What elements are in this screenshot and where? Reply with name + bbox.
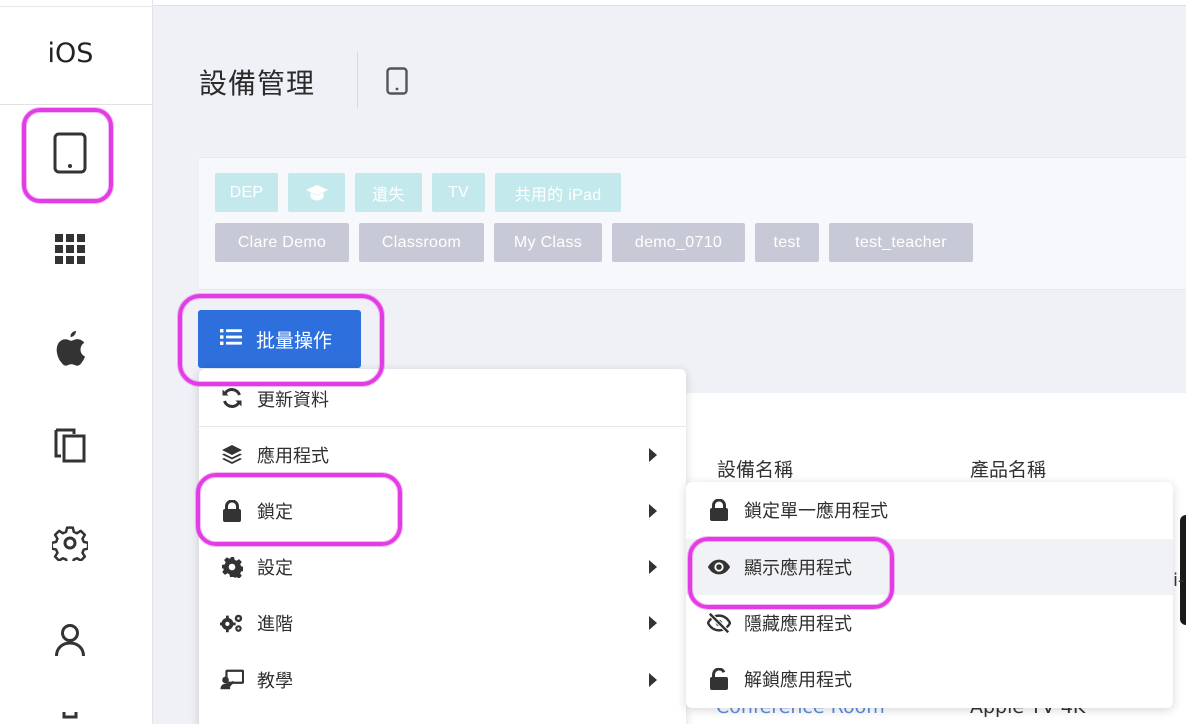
menu-item-label: 更新資料 (257, 390, 329, 411)
submenu-item-show-apps[interactable]: 顯示應用程式 (686, 539, 1173, 595)
menu-item-settings[interactable]: 設定 (199, 539, 686, 595)
sidebar-item-more[interactable] (50, 712, 90, 724)
sidebar-item-users[interactable] (50, 620, 90, 660)
sidebar-item-devices[interactable] (50, 132, 90, 174)
chevron-right-icon (649, 616, 657, 630)
menu-item-label: 設定 (257, 558, 293, 579)
list-icon (220, 328, 242, 351)
batch-operations-button[interactable]: 批量操作 (198, 310, 361, 368)
menu-item-label: 進階 (257, 614, 293, 635)
lock-icon (220, 499, 244, 523)
chevron-right-icon (649, 673, 657, 687)
group-demo-0710[interactable]: demo_0710 (612, 223, 745, 262)
menu-item-teaching[interactable]: 教學 (199, 652, 686, 708)
batch-operations-label: 批量操作 (256, 329, 333, 352)
sidebar-brand-divider (0, 104, 153, 105)
submenu-item-unlock-apps[interactable]: 解鎖應用程式 (686, 651, 1173, 707)
refresh-icon (220, 386, 244, 410)
menu-item-lock[interactable]: 鎖定 (199, 483, 686, 539)
lock-icon (707, 498, 731, 522)
tag-education[interactable] (288, 173, 345, 212)
teacher-icon (220, 668, 244, 692)
sidebar-item-copy[interactable] (50, 425, 90, 465)
unlock-icon (707, 667, 731, 691)
tag-tv[interactable]: TV (432, 173, 485, 212)
apple-icon (56, 331, 85, 366)
submenu-item-label: 隱藏應用程式 (744, 614, 852, 635)
lock-submenu: 鎖定單一應用程式 顯示應用程式 隱藏應用程式 解鎖應用程式 (686, 482, 1173, 708)
group-classroom[interactable]: Classroom (359, 223, 484, 262)
grid-apps-icon (55, 234, 85, 264)
menu-item-refresh[interactable]: 更新資料 (199, 369, 686, 425)
sidebar-item-settings[interactable] (50, 523, 90, 563)
chevron-right-icon (649, 448, 657, 462)
briefcase-icon (62, 712, 78, 719)
header-device-button[interactable] (386, 67, 408, 99)
tablet-icon (53, 132, 87, 174)
menu-item-label: 教學 (257, 671, 293, 692)
column-header-device-name[interactable]: 設備名稱 (717, 455, 793, 482)
batch-operations-menu: 更新資料 應用程式 鎖定 設定 進階 教學 (199, 369, 686, 724)
sidebar: iOS (0, 0, 153, 724)
tag-shared-ipad[interactable]: 共用的 iPad (495, 173, 621, 212)
sidebar-brand: iOS (47, 38, 94, 69)
gear-icon (220, 555, 244, 579)
eye-icon (707, 555, 731, 579)
submenu-item-label: 解鎖應用程式 (744, 670, 852, 691)
submenu-item-label: 鎖定單一應用程式 (744, 501, 888, 522)
chevron-right-icon (649, 504, 657, 518)
menu-item-label: 鎖定 (257, 502, 293, 523)
group-my-class[interactable]: My Class (494, 223, 602, 262)
group-test[interactable]: test (755, 223, 819, 262)
tag-lost[interactable]: 遺失 (355, 173, 422, 212)
group-test-teacher[interactable]: test_teacher (829, 223, 973, 262)
menu-item-label: 應用程式 (257, 446, 329, 467)
menu-item-advanced[interactable]: 進階 (199, 595, 686, 651)
page-title: 設備管理 (199, 67, 316, 100)
submenu-item-lock-single-app[interactable]: 鎖定單一應用程式 (686, 482, 1173, 538)
group-clare-demo[interactable]: Clare Demo (215, 223, 349, 262)
submenu-item-label: 顯示應用程式 (744, 558, 852, 579)
copy-icon (54, 428, 86, 463)
user-icon (55, 624, 85, 657)
sidebar-top-divider (0, 6, 153, 7)
sidebar-item-apps[interactable] (50, 229, 90, 269)
menu-item-apps[interactable]: 應用程式 (199, 427, 686, 483)
truncated-cell-text: i- (1173, 570, 1185, 591)
gear-icon (52, 526, 88, 561)
submenu-item-hide-apps[interactable]: 隱藏應用程式 (686, 595, 1173, 651)
graduation-cap-icon (305, 184, 328, 200)
tag-dep[interactable]: DEP (215, 173, 278, 212)
eye-slash-icon (707, 611, 731, 635)
title-divider (357, 52, 358, 108)
gears-icon (220, 611, 244, 635)
sidebar-item-apple[interactable] (50, 328, 90, 368)
tablet-icon (386, 67, 408, 95)
top-bar (153, 0, 1186, 6)
layers-icon (220, 443, 244, 467)
column-header-product-name[interactable]: 產品名稱 (970, 455, 1046, 482)
chevron-right-icon (649, 560, 657, 574)
